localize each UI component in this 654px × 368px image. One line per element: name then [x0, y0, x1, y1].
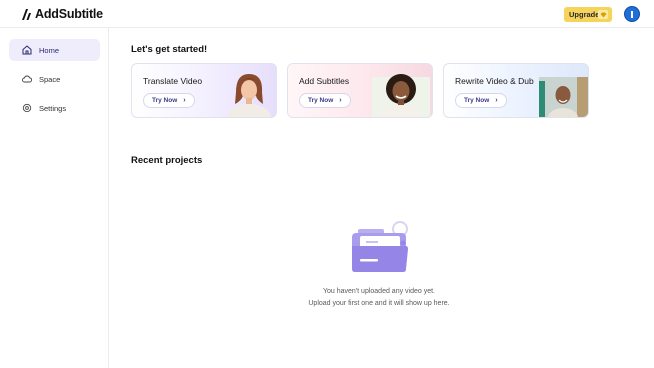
sidebar-item-label: Settings: [39, 103, 67, 113]
empty-state-line1: You haven't uploaded any video yet.: [323, 288, 435, 295]
diamond-icon: [598, 10, 608, 19]
card-add-subtitles[interactable]: Add Subtitles Try Now ›: [287, 63, 433, 118]
chevron-right-icon: ›: [339, 97, 342, 104]
empty-folder-illustration: [352, 221, 408, 272]
woman-photo-image: [227, 74, 271, 117]
man-photo-image: [539, 77, 588, 117]
logo-icon: [22, 8, 31, 20]
try-now-button[interactable]: Try Now ›: [299, 93, 351, 108]
sidebar-item-space[interactable]: Space: [9, 68, 100, 90]
sidebar-item-home[interactable]: Home: [9, 39, 100, 61]
cloud-icon: [22, 75, 32, 83]
try-now-label: Try Now: [152, 97, 178, 104]
sidebar-item-label: Home: [39, 45, 60, 55]
app-logo[interactable]: AddSubtitle: [21, 7, 103, 21]
chevron-right-icon: ›: [183, 97, 186, 104]
card-title: Translate Video: [143, 76, 203, 86]
recent-projects-heading: Recent projects: [131, 155, 203, 166]
chevron-right-icon: ›: [495, 97, 498, 104]
home-icon: [22, 45, 32, 55]
try-now-label: Try Now: [308, 97, 334, 104]
sidebar-item-label: Space: [39, 74, 61, 84]
user-avatar[interactable]: [624, 6, 640, 22]
try-now-button[interactable]: Try Now ›: [143, 93, 195, 108]
app-name: AddSubtitle: [35, 7, 103, 21]
upgrade-label: Upgrade: [569, 10, 600, 19]
get-started-heading: Let's get started!: [131, 44, 208, 55]
try-now-label: Try Now: [464, 97, 490, 104]
card-title: Rewrite Video & Dub: [455, 76, 534, 86]
sidebar: Home Space Settings: [0, 28, 109, 368]
card-rewrite-video-dub[interactable]: Rewrite Video & Dub Try Now ›: [443, 63, 589, 118]
try-now-button[interactable]: Try Now ›: [455, 93, 507, 108]
card-translate-video[interactable]: Translate Video Try Now ›: [131, 63, 277, 118]
top-bar: AddSubtitle Upgrade: [0, 0, 654, 28]
smiling-woman-photo-image: [372, 74, 430, 117]
sidebar-item-settings[interactable]: Settings: [9, 97, 100, 119]
empty-state-line2: Upload your first one and it will show u…: [308, 300, 450, 307]
gear-icon: [22, 103, 32, 113]
avatar-initial: [631, 10, 633, 18]
upgrade-button[interactable]: Upgrade: [564, 7, 612, 22]
card-title: Add Subtitles: [299, 76, 350, 86]
